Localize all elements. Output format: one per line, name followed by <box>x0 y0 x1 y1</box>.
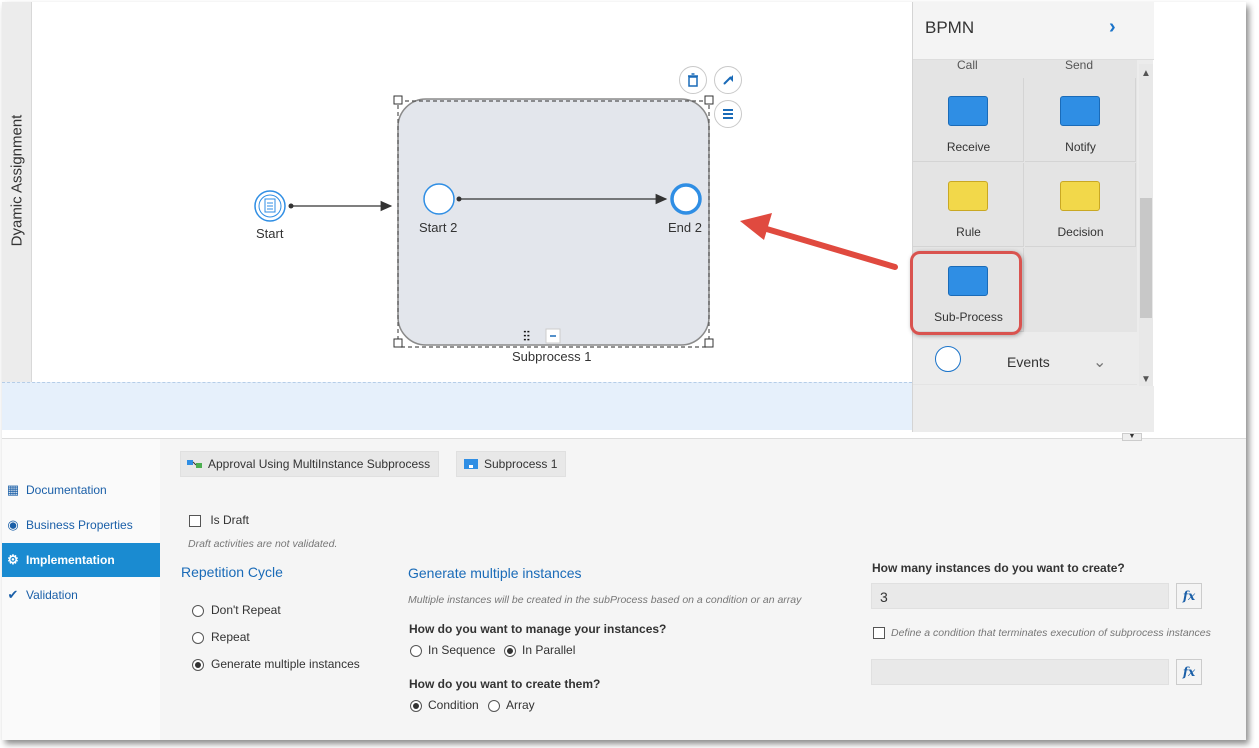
terminate-checkbox[interactable] <box>873 627 885 640</box>
panel-toggle-icon[interactable]: ▼ <box>1122 433 1142 441</box>
multi-instance-marker-icon: ⫶⫶ <box>523 329 530 345</box>
repetition-title: Repetition Cycle <box>181 564 283 580</box>
nav-documentation[interactable]: ▦ Documentation <box>2 473 160 507</box>
radio-dont-repeat[interactable]: Don't Repeat <box>192 603 281 617</box>
create-question: How do you want to create them? <box>409 677 601 691</box>
manage-question: How do you want to manage your instances… <box>409 622 667 636</box>
app-window: Dyamic Assignment ⫶⫶ Start Start 2 End 2… <box>2 2 1246 740</box>
decision-icon <box>1060 181 1100 211</box>
nav-implementation[interactable]: ⚙ Implementation <box>2 543 160 577</box>
delete-button[interactable] <box>679 66 707 94</box>
radio-generate-multiple[interactable]: Generate multiple instances <box>192 657 360 671</box>
start2-event[interactable] <box>423 183 455 215</box>
is-draft-checkbox-row[interactable]: Is Draft <box>189 513 249 527</box>
resize-handle[interactable] <box>704 95 714 105</box>
annotation-highlight <box>910 251 1022 335</box>
fx-button[interactable]: fx <box>1176 583 1202 609</box>
resize-handle[interactable] <box>393 95 403 105</box>
canvas-empty-lane[interactable] <box>2 382 912 430</box>
radio-repeat[interactable]: Repeat <box>192 630 250 644</box>
radio-in-sequence[interactable]: In Sequence <box>410 643 495 657</box>
breadcrumb-subprocess[interactable]: Subprocess 1 <box>456 451 567 477</box>
business-properties-icon: ◉ <box>7 517 19 532</box>
nav-validation[interactable]: ✔ Validation <box>2 578 160 612</box>
annotation-arrowhead <box>740 213 772 240</box>
fx-button-condition[interactable]: fx <box>1176 659 1202 685</box>
multi-title: Generate multiple instances <box>408 565 582 581</box>
terminate-condition-input[interactable] <box>871 659 1169 685</box>
palette-item-decision[interactable]: Decision <box>1025 163 1136 247</box>
resize-handle[interactable] <box>704 338 714 348</box>
terminate-checkbox-row[interactable]: Define a condition that terminates execu… <box>873 627 1211 640</box>
breadcrumb-process[interactable]: Approval Using MultiInstance Subprocess <box>180 451 440 477</box>
palette-header: BPMN › <box>913 2 1154 60</box>
annotation-arrow <box>757 224 898 270</box>
palette-item-send[interactable]: Send <box>1065 60 1093 72</box>
properties-panel: ▦ Documentation ◉ Business Properties ⚙ … <box>2 438 1246 740</box>
scroll-down-icon[interactable]: ▼ <box>1141 374 1151 385</box>
radio-array[interactable]: Array <box>488 698 535 712</box>
end2-label: End 2 <box>668 220 702 235</box>
bpmn-palette: BPMN › Call Send Receive Notify Rule Dec… <box>912 2 1154 432</box>
start2-label: Start 2 <box>419 220 458 235</box>
start-label: Start <box>256 226 284 241</box>
instance-count-input[interactable]: 3 <box>871 583 1169 609</box>
radio-in-parallel[interactable]: In Parallel <box>504 643 575 657</box>
svg-text:⫶⫶: ⫶⫶ <box>523 329 530 345</box>
properties-nav: ▦ Documentation ◉ Business Properties ⚙ … <box>2 439 160 740</box>
resize-handle[interactable] <box>393 338 403 348</box>
palette-item-rule[interactable]: Rule <box>913 163 1024 247</box>
palette-scroll-thumb[interactable] <box>1140 198 1152 318</box>
end2-event[interactable] <box>670 183 702 215</box>
diagram-svg: ⫶⫶ <box>254 95 898 348</box>
chevron-down-icon[interactable]: ⌄ <box>1093 352 1106 372</box>
rule-icon <box>948 181 988 211</box>
notify-icon <box>1060 96 1100 126</box>
documentation-icon: ▦ <box>6 482 20 497</box>
receive-icon <box>948 96 988 126</box>
event-circle-icon <box>935 346 961 372</box>
process-icon <box>187 460 202 468</box>
subprocess-label: Subprocess 1 <box>512 349 592 364</box>
palette-item-notify[interactable]: Notify <box>1025 78 1136 162</box>
list-icon <box>723 109 733 119</box>
count-question: How many instances do you want to create… <box>872 561 1125 575</box>
palette-item-receive[interactable]: Receive <box>913 78 1024 162</box>
chevron-right-icon[interactable]: › <box>1109 16 1116 39</box>
arrow-icon <box>723 75 733 85</box>
menu-button[interactable] <box>714 100 742 128</box>
checkmark-icon: ✔ <box>7 587 19 602</box>
trash-icon <box>688 73 698 87</box>
connect-button[interactable] <box>714 66 742 94</box>
gear-icon: ⚙ <box>7 552 19 567</box>
scroll-up-icon[interactable]: ▲ <box>1141 68 1151 79</box>
subprocess-small-icon <box>464 459 478 469</box>
palette-item-call[interactable]: Call <box>957 60 978 72</box>
multi-hint: Multiple instances will be created in th… <box>408 594 802 606</box>
palette-group-events[interactable]: Events ⌄ <box>913 332 1137 384</box>
is-draft-checkbox[interactable] <box>189 514 201 527</box>
nav-business-properties[interactable]: ◉ Business Properties <box>2 508 160 542</box>
palette-title: BPMN <box>925 18 975 37</box>
draft-hint: Draft activities are not validated. <box>188 538 338 550</box>
radio-condition[interactable]: Condition <box>410 698 479 712</box>
